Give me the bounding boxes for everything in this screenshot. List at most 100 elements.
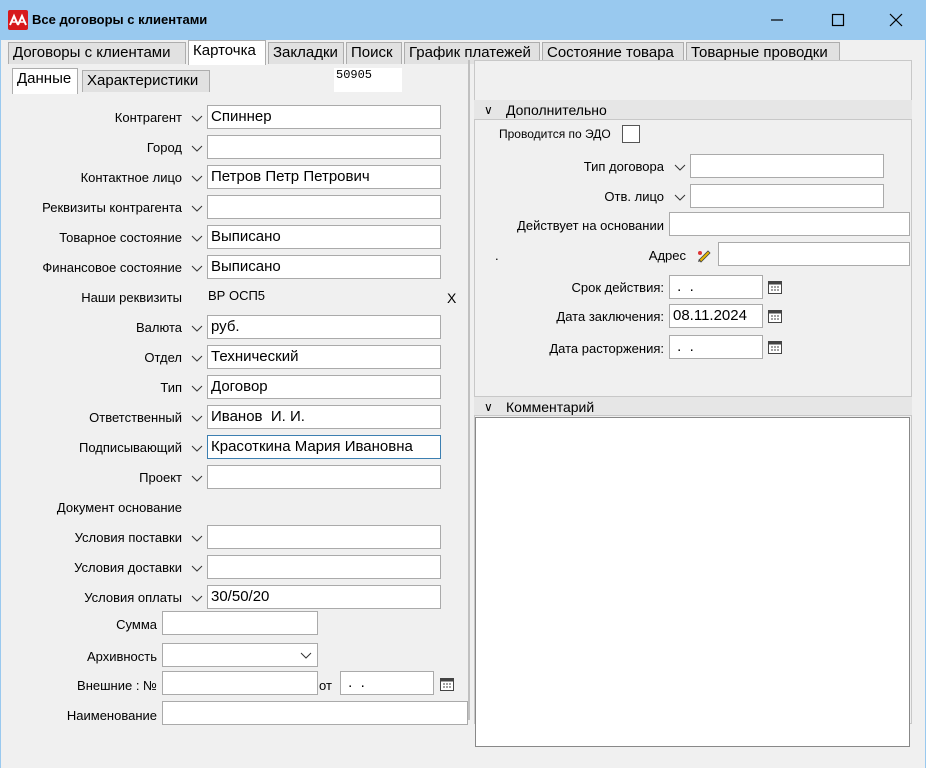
label-valuta: Валюта <box>136 320 182 335</box>
tab-kartochka[interactable]: Карточка <box>188 40 266 65</box>
label-tip-dog: Тип договора <box>583 159 664 174</box>
field-vneshnie-data[interactable]: . . <box>340 671 434 695</box>
label-nashi-rekv: Наши реквизиты <box>81 290 182 305</box>
field-valuta[interactable]: руб. <box>207 315 441 339</box>
chevron-down-icon[interactable] <box>190 591 204 605</box>
tab-poisk[interactable]: Поиск <box>346 42 402 64</box>
comment-textarea[interactable] <box>475 417 910 747</box>
label-otdel: Отдел <box>144 350 182 365</box>
minimize-button[interactable] <box>754 6 800 34</box>
field-kontragent[interactable]: Спиннер <box>207 105 441 129</box>
subtab-dannye[interactable]: Данные <box>12 68 78 94</box>
maximize-button[interactable] <box>815 6 861 34</box>
chevron-down-icon[interactable] <box>190 411 204 425</box>
chevron-down-icon[interactable] <box>190 261 204 275</box>
field-vneshnie-nomer[interactable] <box>162 671 318 695</box>
clear-nashi-rekv-button[interactable]: X <box>447 290 456 306</box>
field-tip[interactable]: Договор <box>207 375 441 399</box>
chevron-down-icon[interactable] <box>190 531 204 545</box>
chevron-down-icon[interactable] <box>190 321 204 335</box>
field-arhiv[interactable] <box>162 643 318 667</box>
field-proekt[interactable] <box>207 465 441 489</box>
tab-zakladki[interactable]: Закладки <box>268 42 344 64</box>
calendar-icon[interactable] <box>439 676 455 692</box>
field-tovar-sost[interactable]: Выписано <box>207 225 441 249</box>
label-dok-osn: Документ основание <box>56 500 182 515</box>
chevron-down-icon[interactable] <box>190 111 204 125</box>
label-kontakt: Контактное лицо <box>80 170 182 185</box>
field-usl-post[interactable] <box>207 525 441 549</box>
field-usl-opl[interactable]: 30/50/20 <box>207 585 441 609</box>
chevron-down-icon[interactable] <box>190 141 204 155</box>
label-data-rast: Дата расторжения: <box>549 341 664 356</box>
calendar-icon[interactable] <box>767 308 783 324</box>
chevron-down-icon[interactable] <box>190 471 204 485</box>
field-kontakt[interactable]: Петров Петр Петрович <box>207 165 441 189</box>
collapse-chevron-icon[interactable]: ∨ <box>484 100 493 120</box>
chevron-down-icon[interactable] <box>190 351 204 365</box>
tab-dogovory[interactable]: Договоры с клиентами <box>8 42 186 64</box>
field-data-rast[interactable]: . . <box>669 335 763 359</box>
chevron-down-icon[interactable] <box>673 160 687 174</box>
section-header-kommentariy[interactable]: ∨ Комментарий <box>474 396 912 416</box>
field-otdel[interactable]: Технический <box>207 345 441 369</box>
label-arhiv: Архивность <box>86 649 157 664</box>
label-summa: Сумма <box>116 617 157 632</box>
label-naimen: Наименование <box>66 708 157 723</box>
label-edo: Проводится по ЭДО <box>499 127 611 141</box>
calendar-icon[interactable] <box>767 279 783 295</box>
chevron-down-icon[interactable] <box>190 201 204 215</box>
record-id: 50905 <box>334 68 402 92</box>
label-usl-dost: Условия доставки <box>74 560 182 575</box>
edo-checkbox[interactable] <box>622 125 640 143</box>
panel-splitter[interactable] <box>468 60 470 720</box>
field-summa[interactable] <box>162 611 318 635</box>
subtab-harakteristiki[interactable]: Характеристики <box>82 70 210 92</box>
value-nashi-rekv: ВР ОСП5 <box>208 288 266 303</box>
dot-text: . <box>495 248 499 263</box>
label-otvetstv: Ответственный <box>89 410 182 425</box>
field-naimen[interactable] <box>162 701 468 725</box>
label-otv-lico: Отв. лицо <box>604 189 664 204</box>
app-logo-icon <box>8 10 28 30</box>
chevron-down-icon[interactable] <box>673 190 687 204</box>
label-podpis: Подписывающий <box>79 440 182 455</box>
field-usl-dost[interactable] <box>207 555 441 579</box>
label-ot: от <box>319 678 332 693</box>
close-button[interactable] <box>873 6 919 34</box>
label-srok: Срок действия: <box>571 280 665 295</box>
field-rekvizity[interactable] <box>207 195 441 219</box>
label-usl-post: Условия поставки <box>74 530 182 545</box>
field-otvetstv[interactable]: Иванов И. И. <box>207 405 441 429</box>
chevron-down-icon[interactable] <box>190 231 204 245</box>
field-tip-dog[interactable] <box>690 154 884 178</box>
label-tip: Тип <box>160 380 182 395</box>
chevron-down-icon[interactable] <box>190 171 204 185</box>
label-data-zakl: Дата заключения: <box>556 309 664 324</box>
calendar-icon[interactable] <box>767 339 783 355</box>
field-srok[interactable]: . . <box>669 275 763 299</box>
label-vneshnie: Внешние : № <box>77 678 157 693</box>
collapse-chevron-icon[interactable]: ∨ <box>484 397 493 417</box>
chevron-down-icon[interactable] <box>190 561 204 575</box>
field-fin-sost[interactable]: Выписано <box>207 255 441 279</box>
chevron-down-icon[interactable] <box>190 441 204 455</box>
label-tovar-sost: Товарное состояние <box>59 230 182 245</box>
label-gorod: Город <box>146 140 182 155</box>
chevron-down-icon[interactable] <box>299 648 313 662</box>
field-otv-lico[interactable] <box>690 184 884 208</box>
field-adres[interactable] <box>718 242 910 266</box>
label-kontragent: Контрагент <box>114 110 182 125</box>
label-usl-opl: Условия оплаты <box>84 590 182 605</box>
label-proekt: Проект <box>139 470 182 485</box>
section-header-dopolnitelno[interactable]: ∨ Дополнительно <box>474 100 912 120</box>
label-osnovanie: Действует на основании <box>517 218 664 233</box>
field-data-zakl[interactable]: 08.11.2024 <box>669 304 763 328</box>
field-podpis[interactable]: Красоткина Мария Ивановна <box>207 435 441 459</box>
edit-pencil-icon[interactable] <box>696 247 712 263</box>
title-bar: Все договоры с клиентами <box>0 0 926 40</box>
chevron-down-icon[interactable] <box>190 381 204 395</box>
field-gorod[interactable] <box>207 135 441 159</box>
label-fin-sost: Финансовое состояние <box>42 260 182 275</box>
field-osnovanie[interactable] <box>669 212 910 236</box>
